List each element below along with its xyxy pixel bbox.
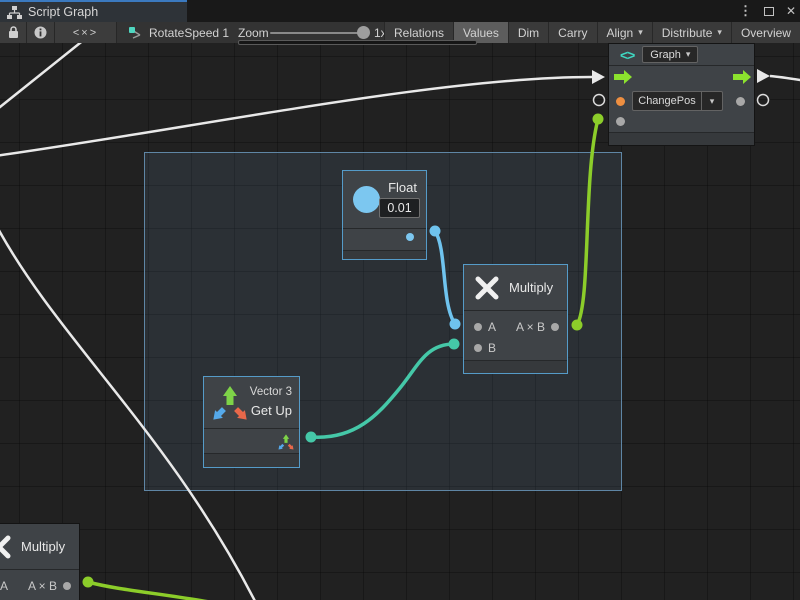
wire-white-to-graph-input bbox=[0, 77, 592, 156]
float-value-input[interactable]: 0.01 bbox=[379, 198, 420, 218]
changepos-dropdown-arrow[interactable]: ▾ bbox=[702, 91, 723, 111]
zoom-slider-track[interactable] bbox=[270, 32, 362, 34]
graph-hierarchy-icon bbox=[7, 6, 22, 19]
unconnected-port-left-icon bbox=[594, 95, 605, 106]
node-multiply[interactable]: Multiply A A × B B bbox=[463, 264, 568, 374]
port-output-label: A × B bbox=[28, 579, 57, 593]
wire-green-bottom-multiply bbox=[88, 582, 254, 600]
node-multiply-2[interactable]: Multiply A A × B bbox=[0, 523, 80, 600]
graph-dropdown[interactable]: Graph ▾ bbox=[642, 46, 698, 63]
wire-arrowhead-input-icon bbox=[592, 70, 605, 84]
vector3-arrows-icon bbox=[211, 383, 249, 423]
multiply-x-icon bbox=[474, 275, 500, 301]
wire-arrowhead-output-icon bbox=[757, 69, 770, 83]
port-output-label: A × B bbox=[516, 320, 545, 334]
chevron-down-icon: ▾ bbox=[710, 96, 715, 107]
align-dropdown[interactable]: Align ▾ bbox=[597, 22, 652, 43]
lock-button[interactable] bbox=[0, 22, 27, 43]
port-output-dot[interactable] bbox=[551, 323, 559, 331]
carry-button[interactable]: Carry bbox=[548, 22, 596, 43]
changepos-dropdown[interactable]: ChangePos bbox=[632, 91, 702, 111]
wire-white-topleft bbox=[0, 43, 95, 115]
chevron-down-icon: ▾ bbox=[686, 49, 691, 60]
flow-input-port-icon[interactable] bbox=[613, 70, 633, 84]
tab-bar: Script Graph ⋮ ✕ bbox=[0, 0, 800, 22]
lock-icon bbox=[8, 26, 19, 39]
graph-breadcrumb-icon bbox=[128, 26, 143, 40]
float-circle-icon bbox=[353, 186, 380, 213]
flow-output-port-icon[interactable] bbox=[732, 70, 752, 84]
node-float[interactable]: Float 0.01 bbox=[342, 170, 427, 260]
distribute-dropdown[interactable]: Distribute ▾ bbox=[652, 22, 731, 43]
multiply-x-icon bbox=[0, 534, 12, 560]
node-title: Multiply bbox=[21, 539, 65, 554]
port-gray-dot[interactable] bbox=[616, 117, 625, 126]
port-gray-dot[interactable] bbox=[736, 97, 745, 106]
dim-button[interactable]: Dim bbox=[508, 22, 548, 43]
overview-button[interactable]: Overview bbox=[731, 22, 800, 43]
node-title: Vector 3 bbox=[250, 386, 292, 398]
breadcrumb-label: RotateSpeed 1 bbox=[149, 26, 229, 40]
code-brackets-icon: <> bbox=[620, 47, 634, 63]
port-b-dot[interactable] bbox=[474, 344, 482, 352]
port-a-dot[interactable] bbox=[474, 323, 482, 331]
info-icon bbox=[34, 26, 47, 39]
port-a-label: A bbox=[0, 579, 8, 593]
window-close-icon[interactable]: ✕ bbox=[786, 4, 796, 18]
graph-canvas[interactable]: <> Graph ▾ ChangePos ▾ bbox=[0, 43, 800, 600]
horizontal-scrollbar-thumb[interactable] bbox=[238, 40, 477, 45]
port-output-dot[interactable] bbox=[63, 582, 71, 590]
wire-white-from-graph-output bbox=[770, 76, 800, 81]
window-controls: ⋮ ✕ bbox=[739, 0, 796, 22]
node-title: Float bbox=[388, 180, 417, 195]
zoom-slider-handle[interactable] bbox=[357, 26, 370, 39]
chevron-down-icon: ▾ bbox=[638, 27, 643, 38]
node-graph[interactable]: <> Graph ▾ ChangePos ▾ bbox=[608, 43, 755, 146]
port-b-label: B bbox=[488, 341, 496, 355]
window-maximize-icon[interactable] bbox=[764, 7, 774, 16]
unconnected-port-right-icon bbox=[758, 95, 769, 106]
port-output-dot[interactable] bbox=[406, 233, 414, 241]
code-view-button[interactable]: <×> bbox=[55, 22, 117, 43]
info-button[interactable] bbox=[27, 22, 55, 43]
node-vector3-get-up[interactable]: Vector 3 Get Up bbox=[203, 376, 300, 468]
port-a-label: A bbox=[488, 320, 496, 334]
unity-script-graph-window: Script Graph ⋮ ✕ <×> bbox=[0, 0, 800, 600]
code-icon: <×> bbox=[73, 27, 98, 39]
node-title: Multiply bbox=[509, 280, 553, 295]
window-menu-icon[interactable]: ⋮ bbox=[739, 3, 752, 19]
vector3-output-port-icon[interactable] bbox=[277, 433, 295, 451]
breadcrumb[interactable]: RotateSpeed 1 bbox=[128, 22, 229, 43]
port-orange-dot[interactable] bbox=[616, 97, 625, 106]
tab-title: Script Graph bbox=[28, 5, 98, 19]
chevron-down-icon: ▾ bbox=[717, 27, 722, 38]
node-subtitle: Get Up bbox=[251, 403, 292, 418]
tab-script-graph[interactable]: Script Graph bbox=[0, 0, 187, 22]
